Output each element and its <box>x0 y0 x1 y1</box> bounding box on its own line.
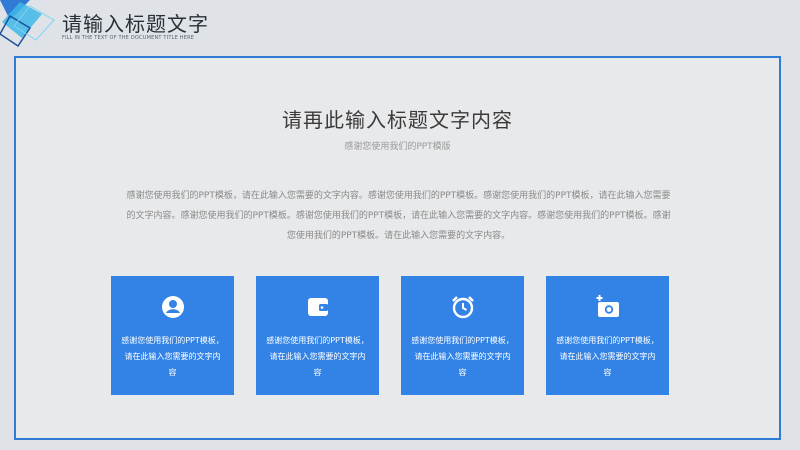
card-text: 感谢您使用我们的PPT模板，请在此输入您需要的文字内容 <box>121 336 224 377</box>
add-camera-icon <box>596 295 619 317</box>
header-title: 请输入标题文字 <box>62 12 209 36</box>
feature-card-3: 感谢您使用我们的PPT模板，请在此输入您需要的文字内容 <box>401 276 524 395</box>
card-text: 感谢您使用我们的PPT模板，请在此输入您需要的文字内容 <box>411 336 514 377</box>
user-icon <box>161 296 184 318</box>
content-frame: 请再此输入标题文字内容 感谢您使用我们的PPT模版 感谢您使用我们的PPT模板，… <box>14 56 781 440</box>
card-text: 感谢您使用我们的PPT模板，请在此输入您需要的文字内容 <box>266 336 369 377</box>
header-subtitle: FILL IN THE TEXT OF THE DOCUMENT TITLE H… <box>62 35 195 41</box>
feature-card-4: 感谢您使用我们的PPT模板，请在此输入您需要的文字内容 <box>546 276 669 395</box>
feature-card-1: 感谢您使用我们的PPT模板，请在此输入您需要的文字内容 <box>111 276 234 395</box>
alarm-clock-icon <box>451 296 474 319</box>
main-subtitle: 感谢您使用我们的PPT模版 <box>344 142 451 152</box>
wallet-icon <box>307 298 328 316</box>
card-text: 感谢您使用我们的PPT模板，请在此输入您需要的文字内容 <box>556 336 659 377</box>
logo-diamond-icon <box>0 0 55 48</box>
feature-card-2: 感谢您使用我们的PPT模板，请在此输入您需要的文字内容 <box>256 276 379 395</box>
body-paragraph: 感谢您使用我们的PPT模板，请在此输入您需要的文字内容。感谢您使用我们的PPT模… <box>126 191 671 241</box>
main-title: 请再此输入标题文字内容 <box>282 108 513 132</box>
